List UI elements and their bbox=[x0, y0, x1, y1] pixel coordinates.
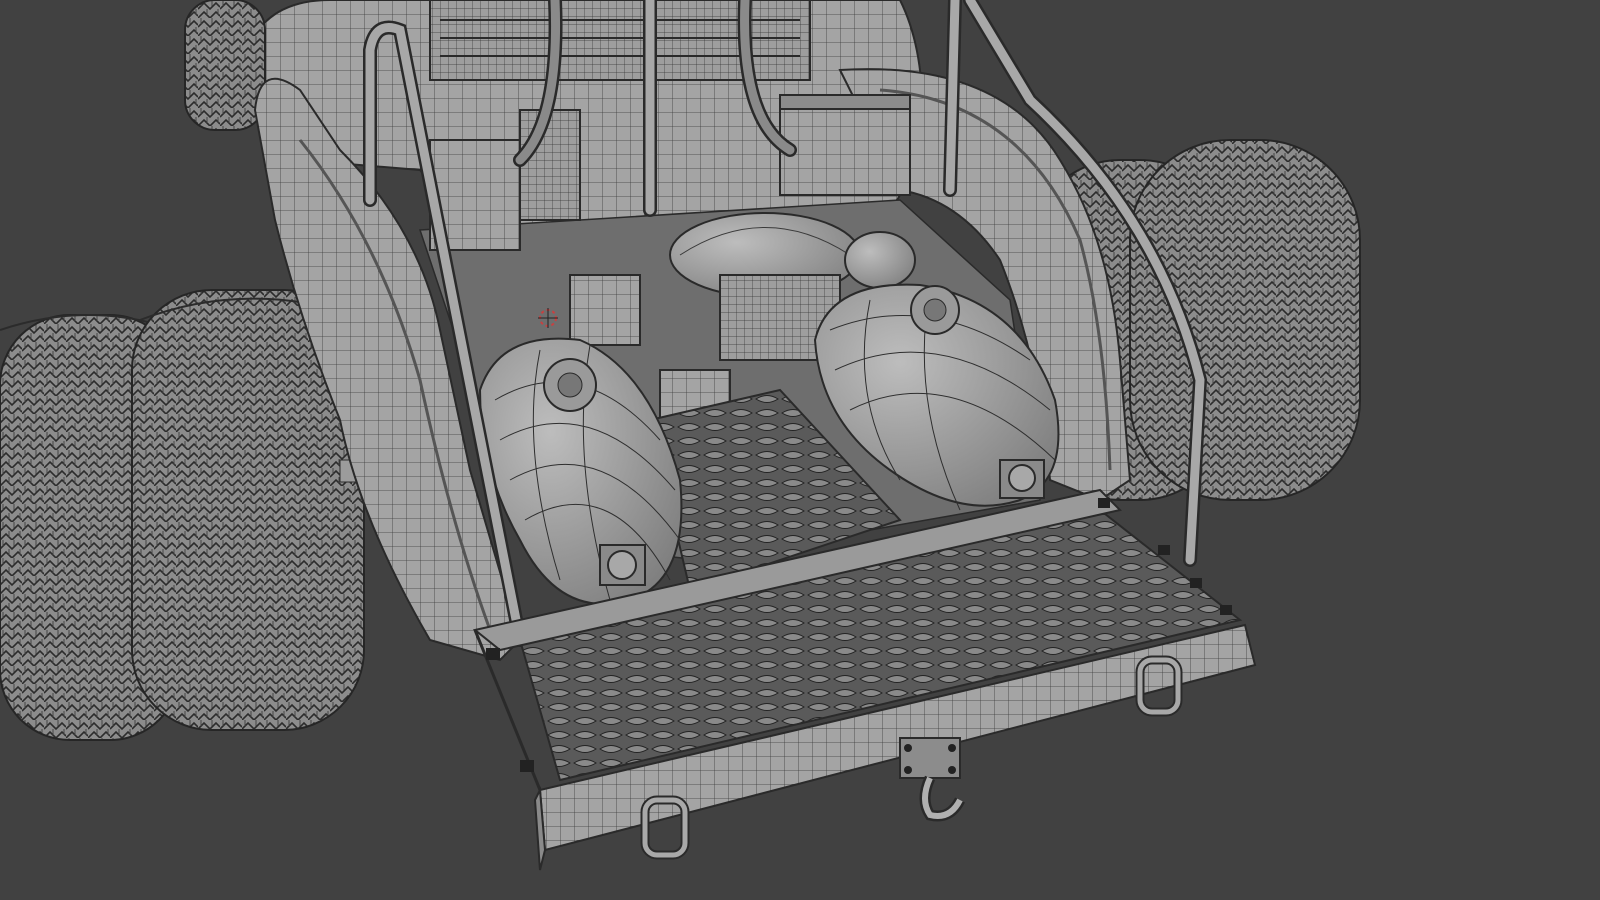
battery-box[interactable] bbox=[779, 94, 911, 196]
3d-viewport[interactable] bbox=[0, 0, 1600, 900]
air-filter-box[interactable] bbox=[569, 274, 641, 346]
wireframe-model[interactable] bbox=[0, 0, 1600, 900]
rear-right-tire-outer bbox=[1129, 139, 1361, 501]
tow-hook[interactable] bbox=[899, 737, 965, 822]
